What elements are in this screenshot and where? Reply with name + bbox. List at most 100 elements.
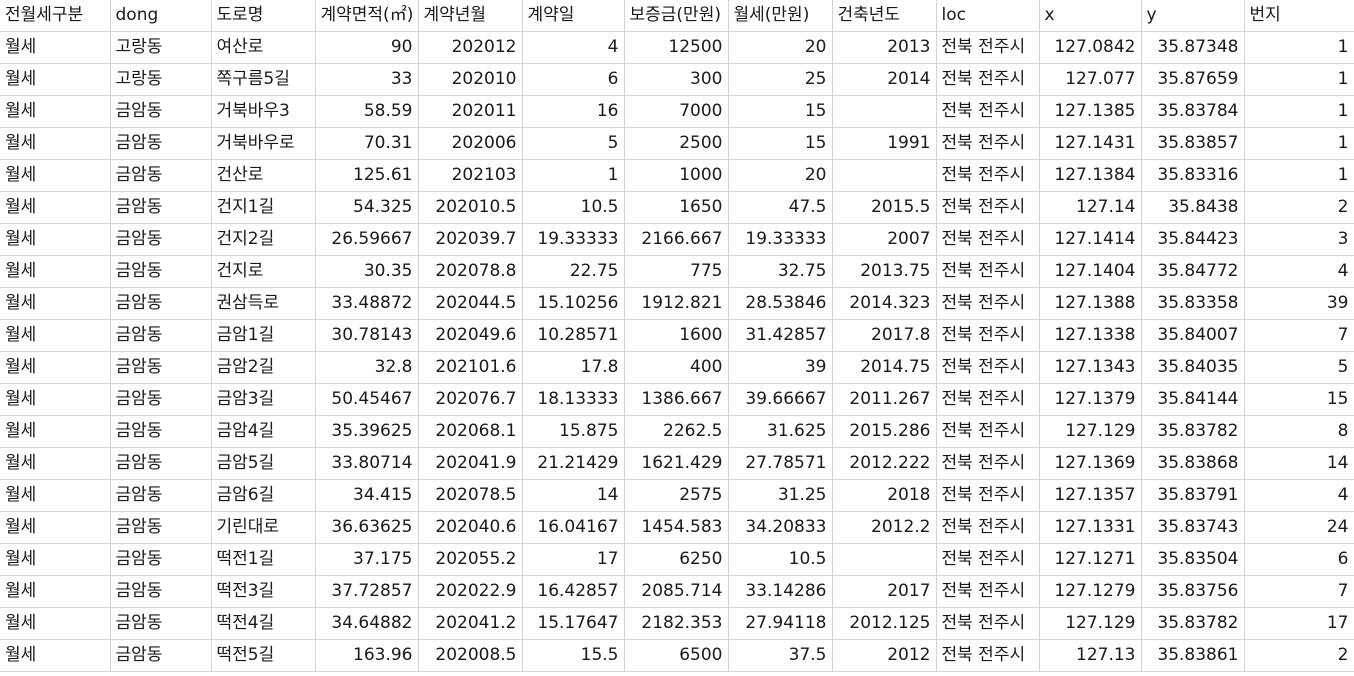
table-cell[interactable]: 1 bbox=[1244, 63, 1354, 96]
table-cell[interactable]: 금암4길 bbox=[211, 415, 316, 448]
table-cell[interactable]: 2262.5 bbox=[624, 415, 729, 448]
table-cell[interactable]: 월세 bbox=[0, 415, 111, 448]
column-header[interactable]: 월세(만원) bbox=[728, 0, 833, 32]
table-cell[interactable]: 1 bbox=[522, 159, 625, 192]
table-cell[interactable]: 여산로 bbox=[211, 31, 316, 64]
table-cell[interactable]: 2017.8 bbox=[832, 319, 937, 352]
table-cell[interactable]: 39 bbox=[728, 351, 833, 384]
table-cell[interactable]: 25 bbox=[728, 63, 833, 96]
table-cell[interactable]: 35.83791 bbox=[1141, 479, 1245, 512]
table-cell[interactable] bbox=[832, 95, 937, 128]
table-cell[interactable]: 전북 전주시 bbox=[936, 447, 1040, 480]
table-cell[interactable]: 202040.6 bbox=[418, 511, 523, 544]
table-cell[interactable]: 35.83316 bbox=[1141, 159, 1245, 192]
table-cell[interactable]: 떡전1길 bbox=[211, 543, 316, 576]
column-header[interactable]: 번지 bbox=[1244, 0, 1354, 32]
table-cell[interactable]: 1 bbox=[1244, 95, 1354, 128]
table-cell[interactable]: 127.129 bbox=[1039, 415, 1142, 448]
table-cell[interactable]: 90 bbox=[315, 31, 419, 64]
table-cell[interactable]: 34.415 bbox=[315, 479, 419, 512]
table-cell[interactable]: 전북 전주시 bbox=[936, 543, 1040, 576]
table-cell[interactable]: 건지1길 bbox=[211, 191, 316, 224]
table-cell[interactable]: 39 bbox=[1244, 287, 1354, 320]
table-cell[interactable]: 70.31 bbox=[315, 127, 419, 160]
table-cell[interactable] bbox=[832, 159, 937, 192]
table-cell[interactable]: 전북 전주시 bbox=[936, 255, 1040, 288]
table-cell[interactable]: 2014 bbox=[832, 63, 937, 96]
table-cell[interactable]: 건산로 bbox=[211, 159, 316, 192]
table-cell[interactable]: 월세 bbox=[0, 255, 111, 288]
table-cell[interactable]: 1650 bbox=[624, 191, 729, 224]
table-cell[interactable]: 127.1271 bbox=[1039, 543, 1142, 576]
table-cell[interactable]: 금암동 bbox=[110, 383, 212, 416]
table-cell[interactable]: 30.78143 bbox=[315, 319, 419, 352]
table-cell[interactable]: 4 bbox=[1244, 479, 1354, 512]
table-cell[interactable]: 1991 bbox=[832, 127, 937, 160]
table-cell[interactable]: 127.1384 bbox=[1039, 159, 1142, 192]
table-cell[interactable]: 202049.6 bbox=[418, 319, 523, 352]
table-cell[interactable]: 2017 bbox=[832, 575, 937, 608]
table-cell[interactable]: 37.5 bbox=[728, 639, 833, 672]
column-header[interactable]: 전월세구분 bbox=[0, 0, 111, 32]
table-cell[interactable]: 전북 전주시 bbox=[936, 31, 1040, 64]
table-cell[interactable]: 금암동 bbox=[110, 191, 212, 224]
table-cell[interactable]: 10.5 bbox=[728, 543, 833, 576]
table-cell[interactable] bbox=[832, 543, 937, 576]
column-header[interactable]: 계약면적(㎡) bbox=[315, 0, 419, 32]
table-cell[interactable]: 1386.667 bbox=[624, 383, 729, 416]
table-cell[interactable]: 35.83756 bbox=[1141, 575, 1245, 608]
table-cell[interactable]: 2085.714 bbox=[624, 575, 729, 608]
table-cell[interactable]: 20 bbox=[728, 31, 833, 64]
column-header[interactable]: 도로명 bbox=[211, 0, 316, 32]
table-cell[interactable]: 30.35 bbox=[315, 255, 419, 288]
table-cell[interactable]: 1621.429 bbox=[624, 447, 729, 480]
table-cell[interactable]: 15 bbox=[728, 95, 833, 128]
table-cell[interactable]: 거북바우3 bbox=[211, 95, 316, 128]
table-cell[interactable]: 202039.7 bbox=[418, 223, 523, 256]
table-cell[interactable]: 기린대로 bbox=[211, 511, 316, 544]
table-cell[interactable]: 202041.2 bbox=[418, 607, 523, 640]
table-cell[interactable]: 202055.2 bbox=[418, 543, 523, 576]
table-cell[interactable]: 전북 전주시 bbox=[936, 287, 1040, 320]
table-cell[interactable]: 건지로 bbox=[211, 255, 316, 288]
table-cell[interactable]: 월세 bbox=[0, 351, 111, 384]
table-cell[interactable]: 4 bbox=[1244, 255, 1354, 288]
table-cell[interactable]: 전북 전주시 bbox=[936, 63, 1040, 96]
table-cell[interactable]: 35.83743 bbox=[1141, 511, 1245, 544]
table-cell[interactable]: 금암동 bbox=[110, 127, 212, 160]
table-cell[interactable]: 2012.125 bbox=[832, 607, 937, 640]
table-cell[interactable]: 31.25 bbox=[728, 479, 833, 512]
table-cell[interactable]: 127.129 bbox=[1039, 607, 1142, 640]
table-cell[interactable]: 금암동 bbox=[110, 95, 212, 128]
table-cell[interactable]: 37.175 bbox=[315, 543, 419, 576]
table-cell[interactable]: 127.1369 bbox=[1039, 447, 1142, 480]
table-cell[interactable]: 22.75 bbox=[522, 255, 625, 288]
table-cell[interactable]: 7000 bbox=[624, 95, 729, 128]
table-cell[interactable]: 202101.6 bbox=[418, 351, 523, 384]
table-cell[interactable]: 전북 전주시 bbox=[936, 191, 1040, 224]
table-cell[interactable]: 202008.5 bbox=[418, 639, 523, 672]
table-cell[interactable]: 35.87348 bbox=[1141, 31, 1245, 64]
table-cell[interactable]: 15.17647 bbox=[522, 607, 625, 640]
column-header[interactable]: dong bbox=[110, 0, 212, 32]
table-cell[interactable]: 28.53846 bbox=[728, 287, 833, 320]
table-cell[interactable]: 127.1388 bbox=[1039, 287, 1142, 320]
table-cell[interactable]: 35.83782 bbox=[1141, 607, 1245, 640]
table-cell[interactable]: 33.80714 bbox=[315, 447, 419, 480]
table-cell[interactable]: 금암동 bbox=[110, 351, 212, 384]
table-cell[interactable]: 2182.353 bbox=[624, 607, 729, 640]
table-cell[interactable]: 2012.2 bbox=[832, 511, 937, 544]
table-cell[interactable]: 2011.267 bbox=[832, 383, 937, 416]
table-cell[interactable]: 14 bbox=[522, 479, 625, 512]
table-cell[interactable]: 전북 전주시 bbox=[936, 351, 1040, 384]
table-cell[interactable]: 전북 전주시 bbox=[936, 415, 1040, 448]
table-cell[interactable]: 2575 bbox=[624, 479, 729, 512]
table-cell[interactable]: 127.1279 bbox=[1039, 575, 1142, 608]
table-cell[interactable]: 월세 bbox=[0, 479, 111, 512]
table-cell[interactable]: 월세 bbox=[0, 543, 111, 576]
table-cell[interactable]: 202078.8 bbox=[418, 255, 523, 288]
table-cell[interactable]: 1000 bbox=[624, 159, 729, 192]
table-cell[interactable]: 33 bbox=[315, 63, 419, 96]
table-cell[interactable]: 월세 bbox=[0, 223, 111, 256]
table-cell[interactable]: 월세 bbox=[0, 191, 111, 224]
